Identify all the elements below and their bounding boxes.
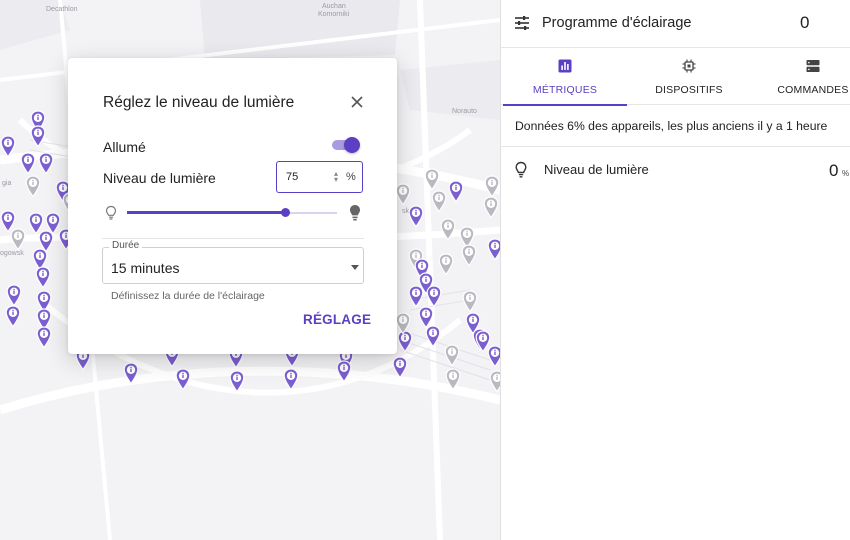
map-label: Auchan (322, 3, 346, 10)
active-tab-indicator (503, 104, 627, 106)
map-label: gia (2, 180, 12, 187)
map-pin-icon[interactable] (336, 360, 352, 383)
divider (501, 146, 850, 147)
map-pin-icon[interactable] (483, 196, 499, 219)
spinner-icon[interactable]: ▴ ▾ (334, 170, 338, 184)
duration-helper: Définissez la durée de l'éclairage (111, 290, 265, 302)
data-info-text: Données 6% des appareils, les plus ancie… (515, 119, 828, 133)
apply-button[interactable]: RÉGLAGE (303, 312, 371, 327)
level-input[interactable]: 75 ▴ ▾ % (276, 161, 363, 193)
bar-chart-icon (558, 59, 572, 73)
map-pin-icon[interactable] (487, 238, 500, 261)
light-level-dialog: Réglez le niveau de lumière Allumé Nivea… (68, 58, 397, 354)
on-toggle[interactable] (332, 137, 360, 153)
bulb-outline-icon (105, 205, 117, 220)
map-pin-icon[interactable] (425, 325, 441, 348)
map-pin-icon[interactable] (30, 125, 46, 148)
metric-unit: % (842, 169, 850, 178)
server-icon (806, 60, 820, 72)
map-pin-icon[interactable] (440, 218, 456, 241)
map-pin-icon[interactable] (448, 180, 464, 203)
bulb-outline-icon (515, 161, 527, 178)
map-pin-icon[interactable] (408, 205, 424, 228)
map-pin-icon[interactable] (431, 190, 447, 213)
metric-value: 0 (829, 161, 839, 180)
map-pin-icon[interactable] (426, 285, 442, 308)
chip-icon (682, 59, 696, 73)
level-input-value: 75 (286, 171, 299, 183)
map-pin-icon[interactable] (25, 175, 41, 198)
map-pin-icon[interactable] (424, 168, 440, 191)
metric-label: Niveau de lumière (544, 162, 649, 177)
map-pin-icon[interactable] (0, 135, 16, 158)
duration-legend: Durée (109, 240, 143, 251)
map-pin-icon[interactable] (489, 370, 500, 393)
level-unit: % (346, 171, 356, 183)
map-pin-icon[interactable] (408, 285, 424, 308)
map-pin-icon[interactable] (438, 253, 454, 276)
map-pin-icon[interactable] (283, 368, 299, 391)
slider-thumb[interactable] (280, 208, 290, 217)
divider (102, 238, 364, 239)
map-pin-icon[interactable] (123, 362, 139, 385)
map-pin-icon[interactable] (461, 244, 477, 267)
close-button[interactable] (348, 93, 366, 111)
map-pin-icon[interactable] (392, 356, 408, 379)
tune-icon (515, 16, 529, 30)
tab-commandes[interactable]: COMMANDES (751, 48, 850, 105)
map-pin-icon[interactable] (484, 175, 500, 198)
map-pin-icon[interactable] (20, 152, 36, 175)
close-icon (351, 96, 363, 108)
map-pin-icon[interactable] (444, 344, 460, 367)
duration-value: 15 minutes (111, 260, 180, 276)
map-pin-icon[interactable] (395, 312, 411, 335)
map-pin-icon[interactable] (38, 152, 54, 175)
dialog-title: Réglez le niveau de lumière (103, 94, 295, 111)
tab-label: MÉTRIQUES (532, 84, 598, 96)
slider-fill (127, 211, 285, 214)
panel-header: Programme d'éclairage 0 (501, 0, 850, 48)
map-pin-icon[interactable] (6, 284, 22, 307)
caret-down-icon (351, 265, 359, 270)
bulb-filled-icon (350, 205, 360, 221)
map-pin-icon[interactable] (229, 370, 245, 393)
panel-tabs: MÉTRIQUES DISPOSITIFS COMMANDES (501, 48, 850, 106)
map-label: Decathlon (46, 6, 78, 13)
right-panel: Programme d'éclairage 0 MÉTRIQUES DISPOS… (500, 0, 850, 540)
tab-metriques[interactable]: MÉTRIQUES (503, 48, 627, 106)
on-label: Allumé (103, 139, 146, 155)
tab-dispositifs[interactable]: DISPOSITIFS (627, 48, 751, 105)
map-pin-icon[interactable] (475, 330, 491, 353)
map-pin-icon[interactable] (10, 228, 26, 251)
map-pin-icon[interactable] (395, 183, 411, 206)
level-slider[interactable] (127, 205, 337, 221)
map-pin-icon[interactable] (175, 368, 191, 391)
map-pin-icon[interactable] (36, 326, 52, 349)
toggle-thumb (344, 137, 360, 153)
panel-title: Programme d'éclairage (542, 15, 692, 31)
map-label: Norauto (452, 108, 477, 115)
map-label: Komorniki (318, 11, 350, 18)
tab-label: DISPOSITIFS (655, 84, 723, 96)
map-pin-icon[interactable] (462, 290, 478, 313)
tab-label: COMMANDES (777, 84, 849, 96)
map-pin-icon[interactable] (35, 266, 51, 289)
duration-select[interactable]: Durée 15 minutes (102, 240, 364, 284)
map-label: ogowsk (0, 250, 24, 257)
level-label: Niveau de lumière (103, 170, 216, 186)
map-pin-icon[interactable] (5, 305, 21, 328)
panel-count: 0 (800, 13, 810, 32)
map-pin-icon[interactable] (445, 368, 461, 391)
